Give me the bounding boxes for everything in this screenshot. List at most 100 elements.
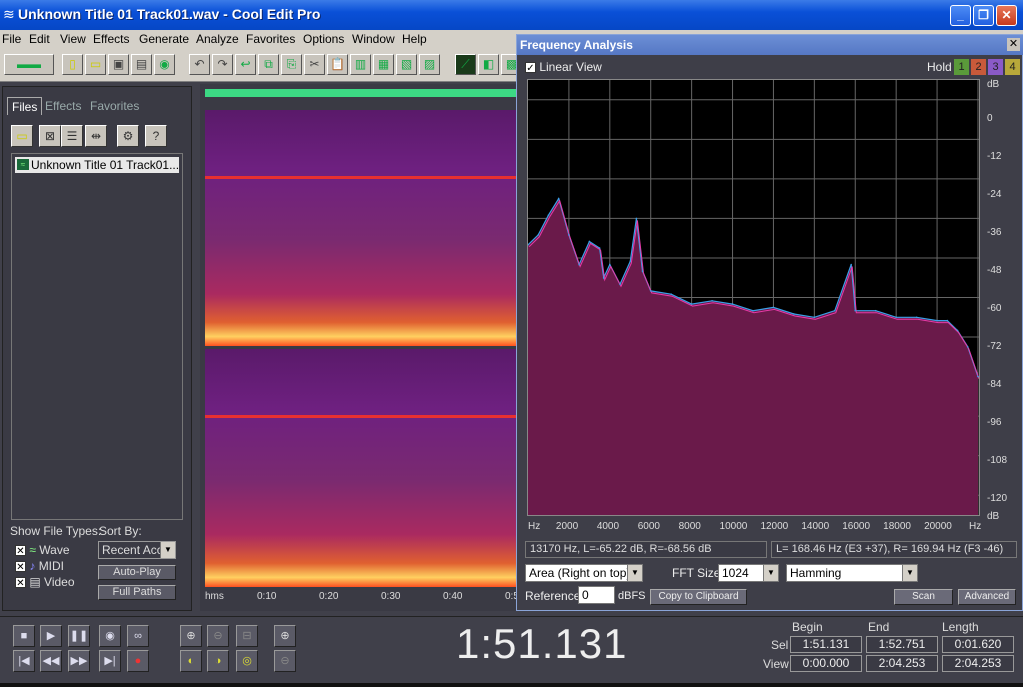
sort-by-select[interactable]: Recent Acc ▼ [98, 541, 176, 559]
frequency-analysis-window: Frequency Analysis ✕ ✓ Linear View Hold … [516, 34, 1023, 611]
tab-favorites[interactable]: Favorites [86, 97, 143, 115]
sel-end-field[interactable]: 1:52.751 [866, 636, 938, 653]
menu-favorites[interactable]: Favorites [246, 30, 295, 48]
menu-help[interactable]: Help [402, 30, 427, 48]
checkbox-midi[interactable]: ✕ [15, 561, 26, 573]
zoom-right-icon[interactable]: ◑ [207, 650, 229, 672]
menu-effects[interactable]: Effects [93, 30, 129, 48]
full-paths-button[interactable]: Full Paths [98, 585, 176, 600]
window-function-select[interactable]: Hamming ▼ [786, 564, 918, 582]
close-file-icon[interactable]: ⊠ [39, 125, 61, 147]
spectral-view-left-channel[interactable] [205, 110, 520, 346]
linear-view-checkbox[interactable]: ✓ [525, 62, 536, 74]
close-icon[interactable]: ✕ [1007, 38, 1020, 51]
close-button[interactable]: ✕ [996, 5, 1017, 26]
cd-icon[interactable]: ◉ [154, 54, 175, 75]
copy-to-clipboard-button[interactable]: Copy to Clipboard [650, 589, 747, 605]
view-end-field[interactable]: 2:04.253 [866, 655, 938, 672]
menu-options[interactable]: Options [303, 30, 344, 48]
sel-length-field[interactable]: 0:01.620 [942, 636, 1014, 653]
go-to-start-button[interactable]: |◀ [13, 650, 35, 672]
multitrack-toggle-button[interactable]: ▬▬ [4, 54, 54, 75]
waveform-display[interactable]: hms 0:10 0:20 0:30 0:40 0:5 [200, 84, 520, 611]
stop-button[interactable]: ■ [13, 625, 35, 647]
silence-icon[interactable]: ▨ [419, 54, 440, 75]
time-ruler[interactable]: hms 0:10 0:20 0:30 0:40 0:5 [205, 591, 520, 605]
fast-forward-button[interactable]: ▶▶ [68, 650, 90, 672]
save-icon[interactable]: ▣ [108, 54, 129, 75]
spectral-view-icon[interactable]: ◧ [478, 54, 499, 75]
insert-into-multitrack-icon[interactable]: ☰ [61, 125, 83, 147]
cut-icon[interactable]: ✂ [304, 54, 325, 75]
help-icon[interactable]: ? [145, 125, 167, 147]
view-begin-field[interactable]: 0:00.000 [790, 655, 862, 672]
play-button[interactable]: ▶ [40, 625, 62, 647]
overview-bar[interactable] [205, 89, 520, 97]
zoom-in-horizontal-icon[interactable]: ⊕ [180, 625, 202, 647]
data-point [537, 234, 540, 236]
tab-files[interactable]: Files [7, 97, 43, 115]
hold-button-2[interactable]: 2 [971, 59, 986, 75]
menu-view[interactable]: View [60, 30, 86, 48]
tab-effects[interactable]: Effects [41, 97, 85, 115]
zoom-out-vertical-icon[interactable]: ⊖ [274, 650, 296, 672]
redo-icon[interactable]: ↷ [212, 54, 233, 75]
open-file-icon[interactable]: ▭ [85, 54, 106, 75]
zoom-in-vertical-icon[interactable]: ⊕ [274, 625, 296, 647]
rewind-button[interactable]: ◀◀ [40, 650, 62, 672]
type-midi[interactable]: ✕ ♪ MIDI [15, 559, 64, 573]
view-length-field[interactable]: 2:04.253 [942, 655, 1014, 672]
reference-input[interactable]: 0 [578, 586, 615, 604]
menu-generate[interactable]: Generate [139, 30, 189, 48]
edit-file-icon[interactable]: ⇹ [85, 125, 107, 147]
new-file-icon[interactable]: ▯ [62, 54, 83, 75]
copy-icon[interactable]: ⎘ [281, 54, 302, 75]
waveform-view-icon[interactable]: ⟋ [455, 54, 476, 75]
options-gear-icon[interactable]: ⚙ [117, 125, 139, 147]
maximize-button[interactable]: ❐ [973, 5, 994, 26]
open-folder-icon[interactable]: ▭ [11, 125, 33, 147]
frequency-plot[interactable] [527, 79, 980, 516]
paste-new-icon[interactable]: ▥ [350, 54, 371, 75]
pause-button[interactable]: ❚❚ [68, 625, 90, 647]
go-to-end-button[interactable]: ▶| [99, 650, 121, 672]
advanced-button[interactable]: Advanced [958, 589, 1016, 605]
fft-size-select[interactable]: 1024 ▼ [718, 564, 779, 582]
menu-edit[interactable]: Edit [29, 30, 50, 48]
title-bar: ≋ Unknown Title 01 Track01.wav - Cool Ed… [0, 0, 1023, 30]
list-item[interactable]: ≈ Unknown Title 01 Track01.... [15, 157, 179, 173]
data-point [557, 197, 560, 200]
hold-button-4[interactable]: 4 [1005, 59, 1020, 75]
hold-button-1[interactable]: 1 [954, 59, 969, 75]
zoom-left-icon[interactable]: ◐ [180, 650, 202, 672]
type-wave[interactable]: ✕ ≈ Wave [15, 543, 70, 557]
graph-mode-select[interactable]: Area (Right on top) ▼ [525, 564, 643, 582]
repeat-icon[interactable]: ↩ [235, 54, 256, 75]
undo-icon[interactable]: ↶ [189, 54, 210, 75]
paste-icon[interactable]: 📋 [327, 54, 348, 75]
zoom-selection-icon[interactable]: ◎ [236, 650, 258, 672]
menu-analyze[interactable]: Analyze [196, 30, 239, 48]
hold-button-3[interactable]: 3 [988, 59, 1003, 75]
play-to-end-button[interactable]: ◉ [99, 625, 121, 647]
loop-button[interactable]: ∞ [127, 625, 149, 647]
zoom-out-horizontal-icon[interactable]: ⊖ [207, 625, 229, 647]
auto-play-button[interactable]: Auto-Play [98, 565, 176, 580]
menu-file[interactable]: File [2, 30, 21, 48]
record-button[interactable]: ● [127, 650, 149, 672]
linear-view-option[interactable]: ✓ Linear View [525, 60, 602, 74]
trim-icon[interactable]: ▧ [396, 54, 417, 75]
type-video[interactable]: ✕ ▤ Video [15, 575, 75, 589]
zoom-out-full-icon[interactable]: ⊟ [236, 625, 258, 647]
copy-new-icon[interactable]: ⧉ [258, 54, 279, 75]
save-all-icon[interactable]: ▤ [131, 54, 152, 75]
fa-title-bar[interactable]: Frequency Analysis [517, 35, 1023, 55]
scan-button[interactable]: Scan [894, 589, 953, 605]
spectral-view-right-channel[interactable] [205, 349, 520, 587]
mix-paste-icon[interactable]: ▦ [373, 54, 394, 75]
checkbox-wave[interactable]: ✕ [15, 545, 26, 557]
checkbox-video[interactable]: ✕ [15, 577, 26, 589]
sel-begin-field[interactable]: 1:51.131 [790, 636, 862, 653]
minimize-button[interactable]: _ [950, 5, 971, 26]
menu-window[interactable]: Window [352, 30, 395, 48]
